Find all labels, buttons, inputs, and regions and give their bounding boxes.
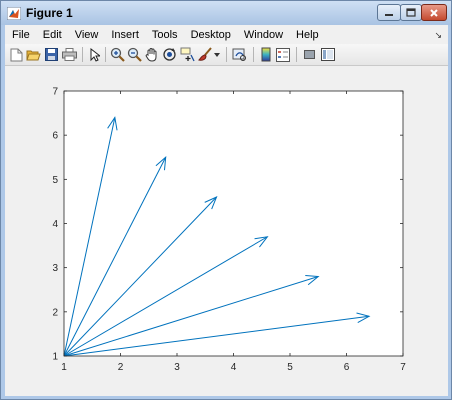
print-icon <box>62 48 77 61</box>
insert-legend-button[interactable] <box>275 47 290 62</box>
menu-dock-arrow-icon[interactable]: ↘ <box>434 30 442 41</box>
rotate-3d-button[interactable] <box>162 47 177 62</box>
menu-bar: File Edit View Insert Tools Desktop Wind… <box>5 25 448 44</box>
window-title: Figure 1 <box>26 6 73 20</box>
hide-plot-tools-icon <box>304 50 315 59</box>
zoom-in-button[interactable] <box>110 47 125 62</box>
y-tick-label: 4 <box>52 219 58 230</box>
data-cursor-button[interactable] <box>180 47 195 62</box>
minimize-button[interactable] <box>377 4 401 21</box>
toolbar-separator <box>253 47 254 62</box>
y-tick-label: 1 <box>52 352 58 363</box>
menu-help[interactable]: Help <box>289 29 325 41</box>
select-arrow-icon <box>90 47 100 62</box>
show-plot-tools-icon <box>320 48 335 61</box>
x-tick-label: 1 <box>61 362 67 373</box>
figure-window: Figure 1 File Edit View Insert Tools Des… <box>0 0 452 400</box>
matlab-logo-icon <box>7 7 21 20</box>
x-tick-label: 3 <box>174 362 180 373</box>
pan-button[interactable] <box>144 47 159 62</box>
y-tick-label: 2 <box>52 307 58 318</box>
link-plot-icon <box>232 48 246 61</box>
maximize-button[interactable] <box>400 4 422 21</box>
figure-toolbar <box>5 44 448 66</box>
quiver-plot[interactable]: 1 2 3 4 5 6 7 1 2 3 4 5 6 7 <box>5 66 448 396</box>
edit-plot-button[interactable] <box>87 47 102 62</box>
menu-insert[interactable]: Insert <box>104 29 145 41</box>
brush-dropdown-icon <box>214 52 220 57</box>
colorbar-icon <box>261 47 270 62</box>
toolbar-separator <box>105 47 106 62</box>
y-tick-label: 5 <box>52 175 58 186</box>
legend-icon <box>275 47 290 62</box>
menu-edit[interactable]: Edit <box>36 29 68 41</box>
menu-window[interactable]: Window <box>237 29 289 41</box>
axes-background <box>64 91 403 356</box>
rotate-3d-icon <box>163 48 176 61</box>
y-tick-label: 3 <box>52 263 58 274</box>
close-button[interactable] <box>421 4 447 21</box>
x-tick-label: 6 <box>344 362 350 373</box>
toolbar-separator <box>82 47 83 62</box>
insert-colorbar-button[interactable] <box>258 47 273 62</box>
open-file-button[interactable] <box>26 47 41 62</box>
data-cursor-icon <box>180 47 195 62</box>
toolbar-separator <box>296 47 297 62</box>
print-button[interactable] <box>62 47 77 62</box>
toolbar-separator <box>226 47 227 62</box>
link-plot-button[interactable] <box>232 47 247 62</box>
new-figure-button[interactable] <box>9 47 24 62</box>
x-tick-label: 7 <box>400 362 406 373</box>
brush-dropdown-button[interactable] <box>213 47 221 62</box>
x-tick-label: 4 <box>231 362 237 373</box>
pan-hand-icon <box>145 48 156 62</box>
y-tick-label: 6 <box>52 131 58 142</box>
menu-desktop[interactable]: Desktop <box>184 29 237 41</box>
menu-file[interactable]: File <box>5 29 36 41</box>
save-icon <box>45 48 58 61</box>
close-icon <box>430 8 438 17</box>
y-tick-label: 7 <box>52 87 58 98</box>
brush-icon <box>198 47 212 61</box>
menu-view[interactable]: View <box>68 29 105 41</box>
x-tick-label: 5 <box>287 362 293 373</box>
zoom-in-icon <box>110 47 125 62</box>
show-plot-tools-button[interactable] <box>320 47 335 62</box>
maximize-icon <box>406 8 416 17</box>
x-tick-label: 2 <box>118 362 124 373</box>
save-button[interactable] <box>44 47 59 62</box>
zoom-out-button[interactable] <box>127 47 142 62</box>
open-file-icon <box>26 50 41 61</box>
zoom-out-icon <box>127 47 142 62</box>
figure-canvas: 1 2 3 4 5 6 7 1 2 3 4 5 6 7 <box>5 66 448 396</box>
hide-plot-tools-button[interactable] <box>302 47 317 62</box>
new-figure-icon <box>10 48 23 61</box>
menu-tools[interactable]: Tools <box>145 29 184 41</box>
minimize-icon <box>385 13 393 16</box>
brush-button[interactable] <box>198 47 213 62</box>
title-bar[interactable]: Figure 1 <box>1 1 451 25</box>
